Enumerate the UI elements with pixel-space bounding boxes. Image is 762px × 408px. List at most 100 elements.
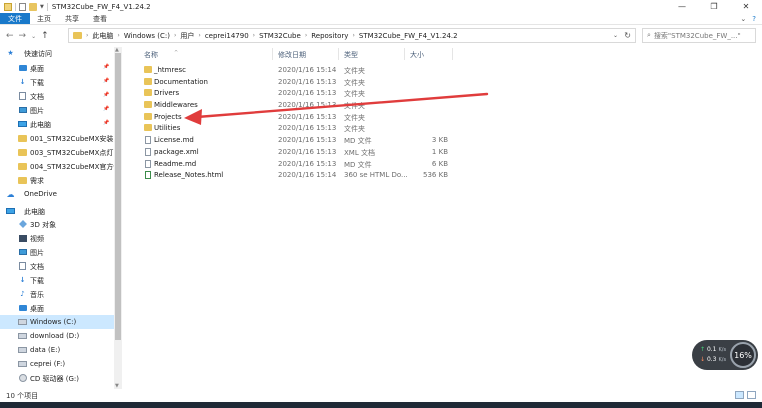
sidebar-item[interactable]: 文档 📌 xyxy=(0,89,114,103)
title-bar: ▼ STM32Cube_FW_F4_V1.24.2 — ❐ ✕ xyxy=(0,0,762,13)
sidebar-item[interactable]: 此电脑 xyxy=(0,204,114,218)
sidebar-item[interactable]: ♪ 音乐 xyxy=(0,287,114,301)
drive-icon xyxy=(18,346,27,354)
ribbon-tabs: 文件 主页 共享 查看 ⌄ ? xyxy=(0,13,762,25)
close-button[interactable]: ✕ xyxy=(730,0,762,13)
html-file-icon xyxy=(145,171,151,180)
sidebar-item[interactable]: 视频 xyxy=(0,231,114,245)
sidebar-item[interactable]: 需求 xyxy=(0,173,114,187)
usage-gauge: 16% xyxy=(730,342,756,368)
upload-unit: K/s xyxy=(718,347,727,353)
computer-icon xyxy=(6,207,15,215)
documents-icon xyxy=(18,262,27,270)
search-icon: ⌕ xyxy=(647,31,651,39)
up-arrow-icon[interactable]: ↑ xyxy=(41,31,49,41)
download-icon: ↓ xyxy=(19,78,26,86)
sidebar-item-label: 视频 xyxy=(30,235,44,243)
drive-icon xyxy=(18,360,27,368)
folder-icon xyxy=(18,162,27,170)
file-name: Release_Notes.html xyxy=(154,171,224,180)
tab-file[interactable]: 文件 xyxy=(0,13,30,24)
tab-share[interactable]: 共享 xyxy=(58,13,86,24)
chevron-down-icon[interactable]: ⌄ xyxy=(613,32,618,39)
breadcrumb-user[interactable]: ceprei14790 xyxy=(205,32,249,40)
sidebar-item[interactable]: ↓ 下载 📌 xyxy=(0,75,114,89)
sidebar-item[interactable]: 此电脑 📌 xyxy=(0,117,114,131)
breadcrumb-this-pc[interactable]: 此电脑 xyxy=(92,31,113,41)
back-arrow-icon[interactable]: ← xyxy=(6,31,14,41)
expand-ribbon-icon[interactable]: ⌄ xyxy=(740,15,746,23)
sidebar-item[interactable]: 图片 📌 xyxy=(0,103,114,117)
sidebar-item-label: 下载 xyxy=(30,79,44,87)
network-monitor-widget[interactable]: ↑ 0.1 K/s ↓ 0.3 K/s 16% xyxy=(692,340,758,370)
sidebar-item[interactable]: 003_STM32CubeMX点灯 xyxy=(0,145,114,159)
video-icon xyxy=(18,234,27,242)
breadcrumb-current[interactable]: STM32Cube_FW_F4_V1.24.2 xyxy=(359,32,458,40)
pictures-icon xyxy=(18,106,27,114)
breadcrumb-stm32cube[interactable]: STM32Cube xyxy=(259,32,301,40)
minimize-button[interactable]: — xyxy=(666,0,698,13)
folder-icon xyxy=(18,134,27,142)
breadcrumb-repository[interactable]: Repository xyxy=(311,32,348,40)
tab-home[interactable]: 主页 xyxy=(30,13,58,24)
tab-view[interactable]: 查看 xyxy=(86,13,114,24)
sidebar-item[interactable]: 文档 xyxy=(0,259,114,273)
sidebar-item-label: 001_STM32CubeMX安装 xyxy=(30,135,114,143)
breadcrumb-users[interactable]: 用户 xyxy=(180,31,194,41)
search-placeholder: 搜索"STM32Cube_FW_..." xyxy=(653,31,741,40)
help-icon[interactable]: ? xyxy=(752,15,756,23)
3d-objects-icon xyxy=(18,220,27,228)
download-speed: 0.3 xyxy=(706,356,717,363)
sidebar-item-label: data (E:) xyxy=(30,346,61,354)
chevron-down-icon[interactable]: ▼ xyxy=(40,4,44,10)
properties-icon[interactable] xyxy=(19,2,26,11)
large-icons-view-icon[interactable] xyxy=(747,391,756,399)
forward-arrow-icon[interactable]: → xyxy=(19,31,27,41)
sidebar-item[interactable]: ☁ OneDrive xyxy=(0,187,114,201)
navigation-pane: ★ 快速访问 桌面 📌 ↓ 下载 📌 文档 📌 图片 📌 此电脑 📌 001_STM32CubeMX安装 0… xyxy=(0,47,122,389)
upload-arrow-icon: ↑ xyxy=(700,346,706,353)
search-box[interactable]: ⌕ 搜索"STM32Cube_FW_..." xyxy=(642,28,756,43)
folder-icon xyxy=(18,176,27,184)
file-row[interactable]: Release_Notes.html 2020/1/16 15:14 360 se … xyxy=(122,170,762,182)
file-date: 2020/1/16 15:14 xyxy=(278,171,337,180)
sidebar-item[interactable]: Windows (C:) xyxy=(0,315,114,329)
refresh-icon[interactable]: ↻ xyxy=(624,31,631,40)
sidebar-item-label: 此电脑 xyxy=(24,208,45,216)
sidebar-item-label: 图片 xyxy=(30,249,44,257)
desktop-icon xyxy=(18,304,27,312)
sidebar-item-label: download (D:) xyxy=(30,332,80,340)
window-title: STM32Cube_FW_F4_V1.24.2 xyxy=(51,2,151,11)
sidebar-item[interactable]: 桌面 xyxy=(0,301,114,315)
address-path[interactable]: › 此电脑 › Windows (C:) › 用户 › ceprei14790 … xyxy=(68,28,636,43)
sidebar-item[interactable]: 004_STM32CubeMX官方例 xyxy=(0,159,120,173)
sidebar-item[interactable]: 3D 对象 xyxy=(0,217,114,231)
pin-icon: 📌 xyxy=(103,64,110,70)
sidebar-item[interactable]: CD 驱动器 (G:) xyxy=(0,371,114,385)
sidebar-item[interactable]: ★ 快速访问 xyxy=(0,47,114,60)
sidebar-scrollbar[interactable]: ▲ ▼ xyxy=(114,47,122,389)
sidebar-item[interactable]: 桌面 📌 xyxy=(0,61,114,75)
sidebar-item[interactable]: 图片 xyxy=(0,245,114,259)
sidebar-item[interactable]: ceprei (F:) xyxy=(0,357,114,371)
recent-dropdown-icon[interactable]: ⌄ xyxy=(31,33,36,40)
sidebar-item-label: 图片 xyxy=(30,107,44,115)
sidebar-item-label: 文档 xyxy=(30,263,44,271)
sidebar-item[interactable]: download (D:) xyxy=(0,329,114,343)
sidebar-item[interactable]: ↓ 下载 xyxy=(0,273,114,287)
pin-icon: 📌 xyxy=(103,106,110,112)
maximize-button[interactable]: ❐ xyxy=(698,0,730,13)
sidebar-item-label: 快速访问 xyxy=(24,50,52,58)
download-icon: ↓ xyxy=(19,276,26,284)
breadcrumb-windows-c[interactable]: Windows (C:) xyxy=(124,32,170,40)
sidebar-item[interactable]: 001_STM32CubeMX安装 xyxy=(0,131,114,145)
sidebar-item[interactable]: data (E:) xyxy=(0,343,114,357)
new-folder-icon[interactable] xyxy=(29,2,37,11)
download-arrow-icon: ↓ xyxy=(700,356,706,363)
details-view-icon[interactable] xyxy=(735,391,744,399)
scrollbar-thumb[interactable] xyxy=(115,53,121,340)
pin-icon: 📌 xyxy=(103,120,110,126)
file-list-pane: ^ 名称 修改日期 类型 大小 _htmresc 2020/1/16 15:14 文… xyxy=(122,47,762,389)
quick-access-toolbar: ▼ xyxy=(0,2,48,11)
file-type: 360 se HTML Do... xyxy=(344,171,408,180)
